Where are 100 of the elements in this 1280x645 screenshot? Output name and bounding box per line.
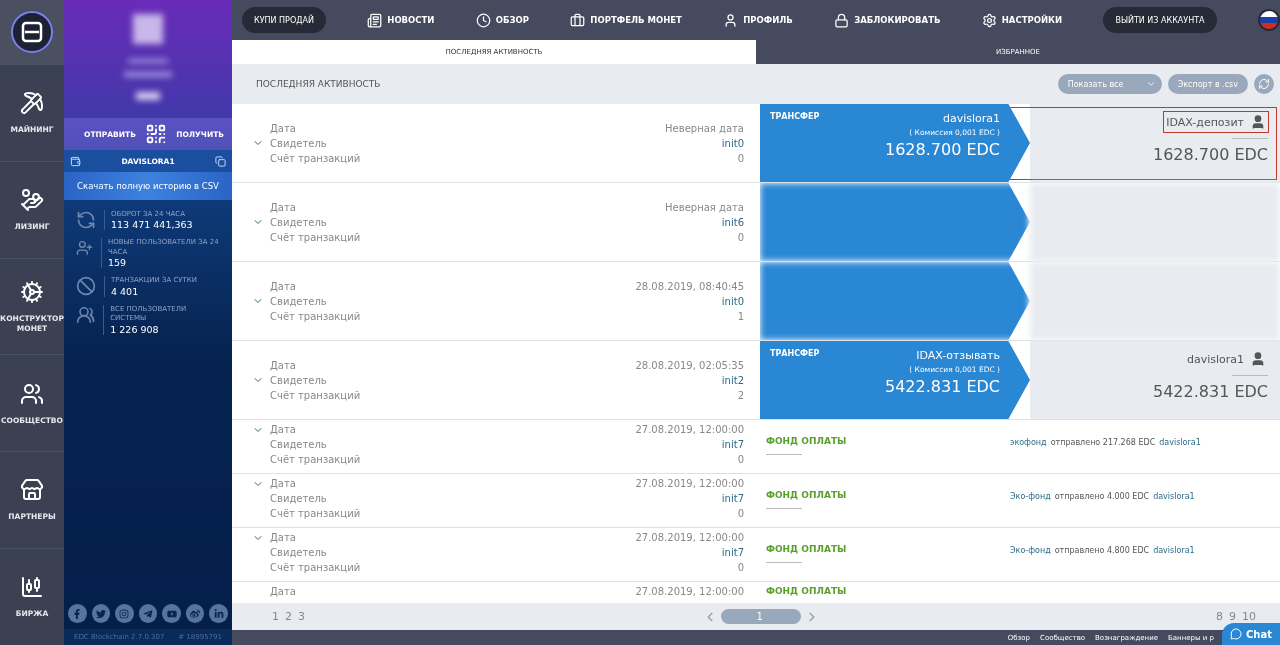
witness-link[interactable]: init7 <box>635 547 744 558</box>
date-value: Неверная дата <box>665 122 744 134</box>
operation-text: отправлено 4.800 EDC <box>1054 546 1150 557</box>
field-label: Счёт транзакций <box>270 231 362 243</box>
nav-link[interactable]: ПОРТФЕЛЬ МОНЕТ <box>570 12 682 28</box>
field-label: Дата <box>270 122 297 134</box>
qr-code-icon[interactable] <box>145 123 168 145</box>
recipient-name: davislora1 <box>1184 349 1268 369</box>
telegram-icon[interactable] <box>138 604 158 623</box>
field-label: Счёт транзакций <box>270 508 362 519</box>
linkedin-icon[interactable] <box>209 604 229 623</box>
date-value: 27.08.2019, 12:00:00 <box>635 532 744 543</box>
amount-text: 5422.831 EDC <box>884 377 1000 396</box>
weibo-icon[interactable] <box>185 604 205 623</box>
witness-link[interactable]: init7 <box>635 439 744 450</box>
copy-icon[interactable] <box>215 155 226 167</box>
store-icon <box>20 478 44 503</box>
sender-link[interactable]: Эко-фонд <box>1010 492 1051 527</box>
operation-type: ТРАНСФЕР <box>770 112 820 123</box>
operation-text: отправлено 4.000 EDC <box>1054 492 1150 503</box>
nav-link[interactable]: ОБЗОР <box>475 12 529 28</box>
candlestick-chart-icon <box>20 575 44 600</box>
field-label: Счёт транзакций <box>270 454 362 465</box>
stat-value: 159 <box>107 257 128 269</box>
sender-link[interactable]: Эко-фонд <box>1010 546 1051 581</box>
field-label: Свидетель <box>270 137 328 149</box>
settings-icon <box>981 12 997 28</box>
transaction-count: 0 <box>736 152 744 164</box>
facebook-icon[interactable] <box>68 604 87 623</box>
chat-bubble-icon <box>1230 628 1242 640</box>
witness-link[interactable]: init7 <box>635 493 744 504</box>
chat-button[interactable]: Chat <box>1222 623 1280 645</box>
date-value: 28.08.2019, 08:40:45 <box>635 280 744 292</box>
russian-flag-icon[interactable] <box>1257 9 1280 31</box>
recipient-name: IDAX-депозит <box>1164 112 1268 132</box>
field-label: Дата <box>270 424 297 435</box>
field-label: Свидетель <box>270 374 328 386</box>
people-icon <box>76 304 96 325</box>
refresh-icon <box>1258 78 1270 90</box>
transaction-count: 0 <box>736 454 744 465</box>
nav-link[interactable]: НАСТРОЙКИ <box>981 12 1063 28</box>
field-label: Свидетель <box>270 493 328 504</box>
witness-link[interactable]: init6 <box>665 216 744 228</box>
user-icon <box>723 12 739 28</box>
sender-name: IDAX-отзывать <box>916 349 1000 362</box>
field-label: Счёт транзакций <box>270 562 362 573</box>
twitter-icon[interactable] <box>91 604 111 623</box>
nav-link[interactable]: ПРОФИЛЬ <box>723 12 793 28</box>
witness-link[interactable]: init2 <box>635 374 744 386</box>
sender-link[interactable]: экофонд <box>1010 438 1047 473</box>
field-label: Дата <box>270 532 297 543</box>
received-amount: 5422.831 EDC <box>1152 382 1268 401</box>
fund-row[interactable]: ФОНД ОПЛАТЫ Эко-фонд отправлено 4.000 EDC davislora1 <box>760 474 1280 528</box>
section-title: ПОСЛЕДНЯЯ АКТИВНОСТЬ <box>256 79 382 89</box>
field-label: Свидетель <box>270 547 328 558</box>
operation-text: отправлено 217.268 EDC <box>1050 438 1156 449</box>
recipient-link[interactable]: davislora1 <box>1159 438 1201 473</box>
field-label: Дата <box>270 359 297 371</box>
stat-value: 1 226 908 <box>110 323 160 335</box>
date-value: Неверная дата <box>665 201 744 213</box>
received-amount: 1628.700 EDC <box>1152 145 1268 164</box>
cycle-icon <box>76 210 96 230</box>
stat-value: 113 471 441,363 <box>111 219 193 231</box>
nav-button[interactable]: ВЫЙТИ ИЗ АККАУНТА <box>1103 7 1217 33</box>
nav-link[interactable]: НОВОСТИ <box>367 12 435 28</box>
field-label: Счёт транзакций <box>270 310 362 322</box>
transaction-count: 1 <box>736 310 744 322</box>
clock-icon <box>475 12 491 28</box>
youtube-icon[interactable] <box>162 604 181 623</box>
instagram-icon[interactable] <box>115 604 134 623</box>
logo-icon[interactable] <box>11 11 53 53</box>
nav-button[interactable]: КУПИ ПРОДАЙ <box>242 7 326 33</box>
recipient-link[interactable]: davislora1 <box>1153 546 1195 581</box>
briefcase-icon <box>570 12 586 28</box>
transaction-count: 2 <box>736 389 744 401</box>
nav-link[interactable]: ЗАБЛОКИРОВАТЬ <box>834 12 941 28</box>
operation-type: ФОНД ОПЛАТЫ <box>766 544 848 554</box>
date-value: 27.08.2019, 12:00:00 <box>635 586 744 597</box>
user-icon <box>1250 114 1266 130</box>
refresh-button[interactable] <box>1254 74 1274 94</box>
newspaper-icon <box>367 12 383 28</box>
hand-coins-icon <box>20 187 44 212</box>
lock-icon <box>834 12 850 28</box>
witness-link[interactable]: init0 <box>665 137 744 149</box>
transaction-count: 0 <box>736 231 744 243</box>
field-label: Дата <box>270 280 297 292</box>
wallet-icon[interactable] <box>70 155 81 167</box>
user-icon <box>1250 351 1266 367</box>
operation-type: ФОНД ОПЛАТЫ <box>766 436 848 446</box>
gear-icon <box>20 279 44 304</box>
download-csv-button[interactable]: Скачать полную историю в CSV <box>64 172 232 200</box>
date-value: 28.08.2019, 02:05:35 <box>635 359 744 371</box>
fund-row[interactable]: ФОНД ОПЛАТЫ экофонд отправлено 217.268 EDC davislora1 <box>760 420 1280 474</box>
field-label: Дата <box>270 201 297 213</box>
witness-link[interactable]: init0 <box>635 295 744 307</box>
field-label: Свидетель <box>270 439 328 450</box>
stat-value: 4 401 <box>111 285 140 297</box>
field-label: Дата <box>270 478 297 489</box>
recipient-link[interactable]: davislora1 <box>1153 492 1195 527</box>
fund-row[interactable]: ФОНД ОПЛАТЫ Эко-фонд отправлено 4.800 EDC davislora1 <box>760 528 1280 582</box>
